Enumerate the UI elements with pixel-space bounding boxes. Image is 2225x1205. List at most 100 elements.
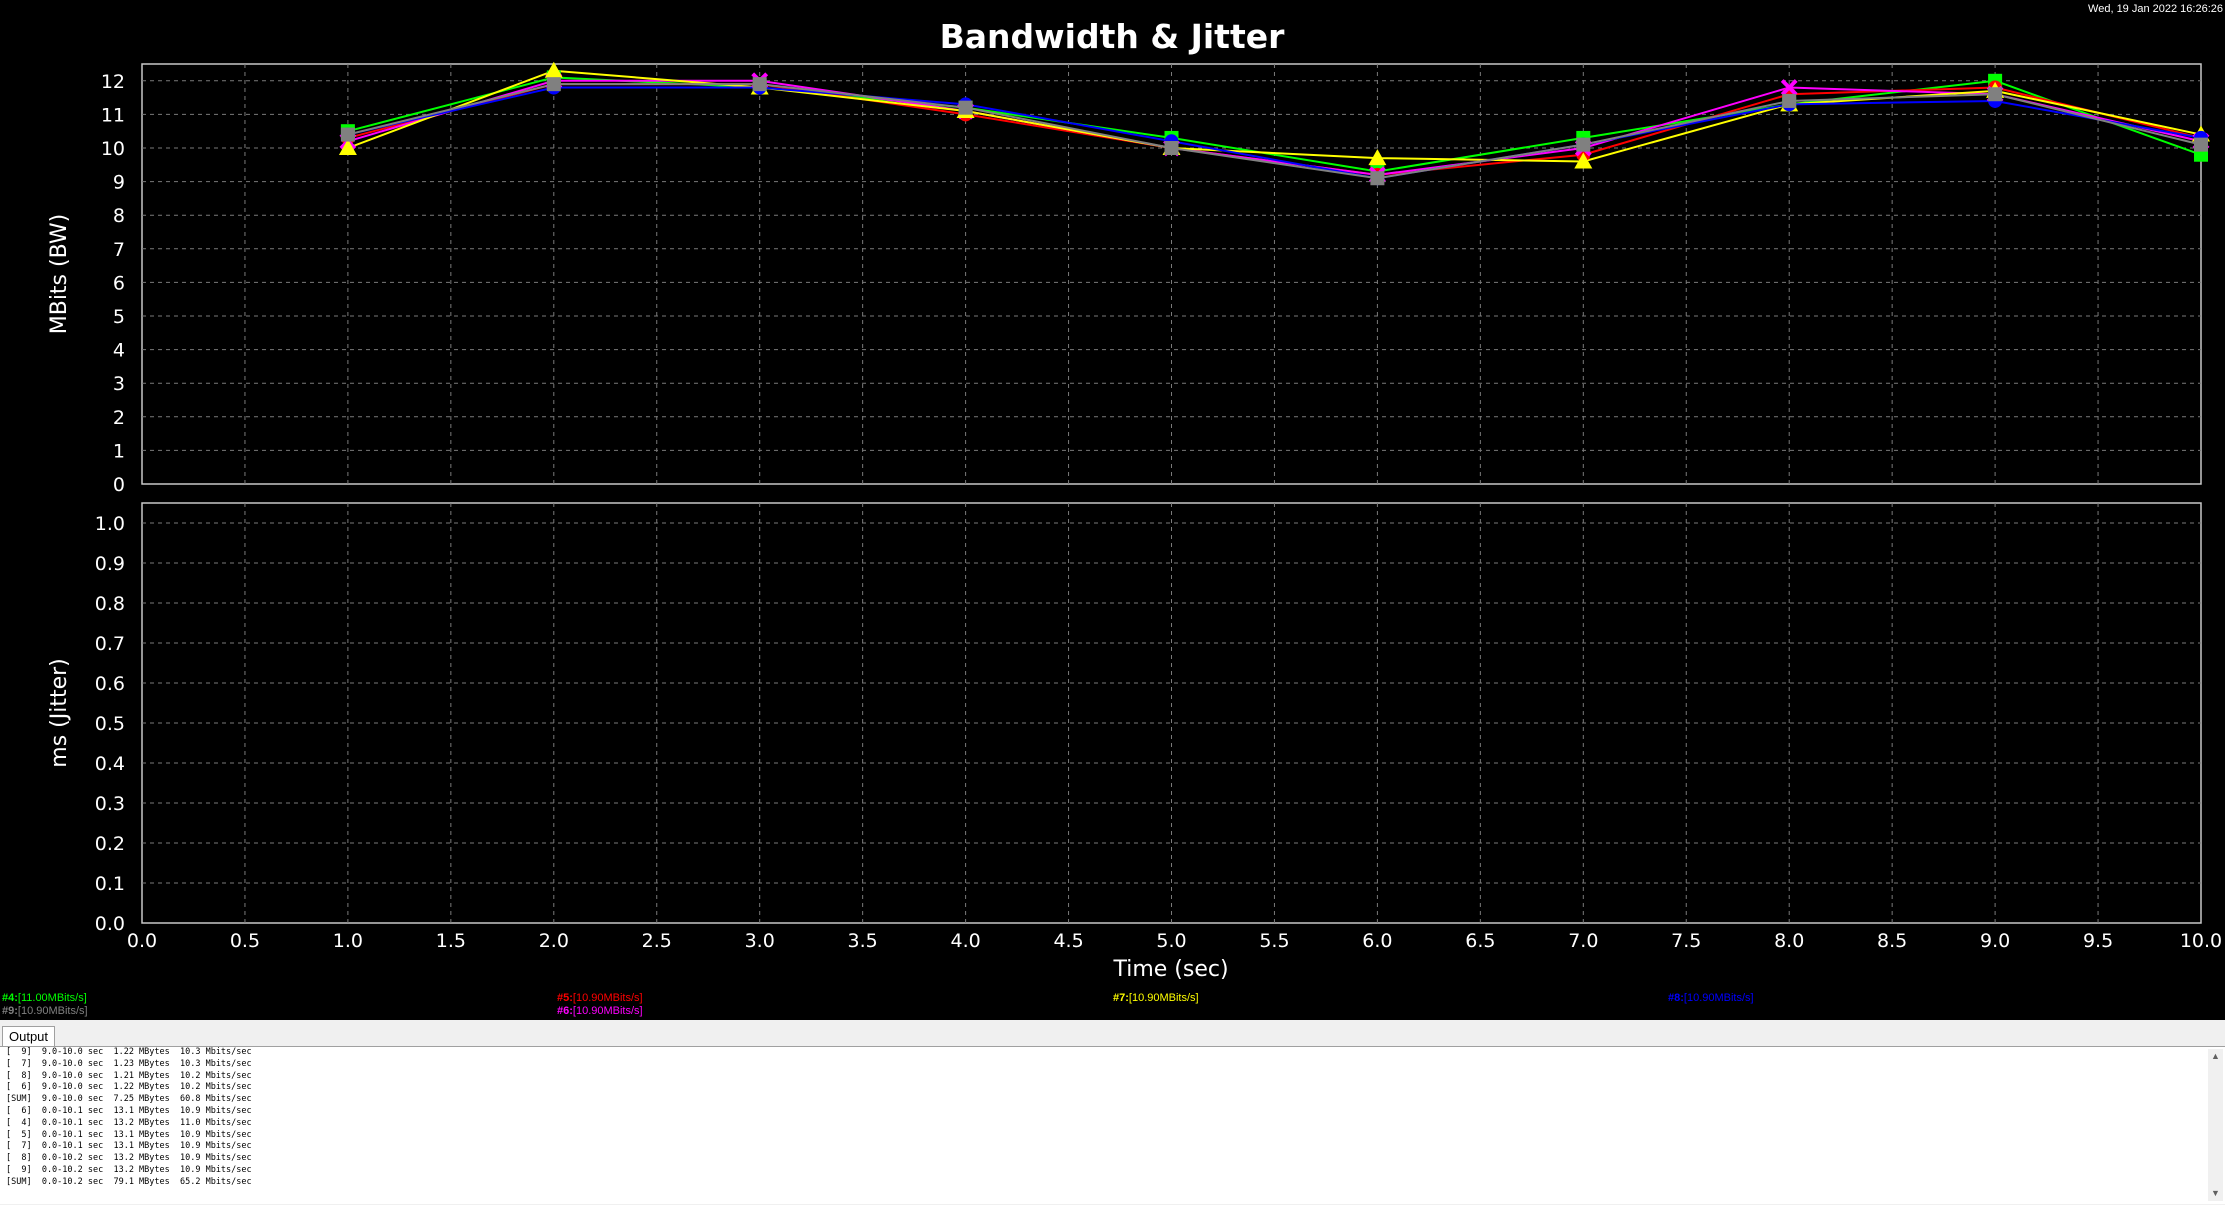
x-tick-label: 3.0	[745, 930, 775, 952]
y-tick-label: 0	[113, 474, 125, 496]
x-tick-label: 0.0	[127, 930, 157, 952]
y-tick-label: 0.4	[95, 753, 125, 775]
output-line: [ 8] 0.0-10.2 sec 13.2 MBytes 10.9 Mbits…	[6, 1153, 252, 1164]
legend-value: [10.90MBits/s]	[17, 1005, 88, 1017]
x-tick-label: 1.0	[333, 930, 363, 952]
data-point	[546, 77, 561, 92]
y-tick-label: 9	[113, 172, 125, 194]
output-lines: [ 9] 9.0-10.0 sec 1.22 MBytes 10.3 Mbits…	[6, 1047, 252, 1189]
chart-title: Bandwidth & Jitter	[940, 17, 1286, 56]
y-tick-label: 0.8	[95, 593, 125, 615]
legend-value: [11.00MBits/s]	[17, 992, 87, 1004]
x-tick-label: 0.5	[230, 930, 260, 952]
jitter-panel: 0.0 0.1 0.2 0.3 0.4 0.5 0.6 0.7 0.8 0.9 1.0 ms (Jit…	[47, 502, 2202, 935]
legend-id: #4:	[2, 992, 18, 1004]
y-tick-label: 3	[113, 373, 125, 395]
y-tick-label: 0.6	[95, 673, 125, 695]
y-tick-label: 0.7	[95, 633, 125, 655]
y-tick-label: 6	[113, 272, 125, 294]
y-tick-label: 0.2	[95, 833, 125, 855]
data-point	[340, 127, 355, 142]
y-tick-label: 0.5	[95, 713, 125, 735]
data-point	[1988, 87, 2003, 102]
legend-id: #9:	[2, 1005, 18, 1017]
legend-value: [10.90MBits/s]	[572, 1005, 643, 1017]
x-tick-label: 5.5	[1259, 930, 1289, 952]
output-line: [ 6] 9.0-10.0 sec 1.22 MBytes 10.2 Mbits…	[6, 1082, 252, 1093]
output-line: [ 9] 9.0-10.0 sec 1.22 MBytes 10.3 Mbits…	[6, 1047, 252, 1057]
x-tick-label: 4.5	[1053, 930, 1083, 952]
x-tick-label: 8.0	[1774, 930, 1804, 952]
scroll-up-icon[interactable]: ▲	[2208, 1049, 2223, 1064]
output-line: [SUM] 9.0-10.0 sec 7.25 MBytes 60.8 Mbit…	[6, 1094, 252, 1105]
y-tick-label: 0.3	[95, 793, 125, 815]
output-line: [ 4] 0.0-10.1 sec 13.2 MBytes 11.0 Mbits…	[6, 1117, 252, 1128]
y-tick-label: 1.0	[95, 513, 125, 535]
tab-output[interactable]: Output	[2, 1026, 56, 1047]
legend-item-9: #9:[10.90MBits/s]	[2, 1005, 88, 1017]
y-tick-label: 10	[101, 138, 125, 160]
output-panel: Output [ 9] 9.0-10.0 sec 1.22 MBytes 10.…	[0, 1020, 2225, 1205]
legend-id: #5:	[557, 992, 573, 1004]
legend-value: [10.90MBits/s]	[1128, 992, 1199, 1004]
data-point	[958, 100, 973, 115]
y-tick-label: 7	[113, 239, 125, 261]
y-tick-label: 5	[113, 306, 125, 328]
x-tick-label: 7.5	[1671, 930, 1701, 952]
data-point	[752, 77, 767, 92]
bandwidth-jitter-chart: Bandwidth & Jitter 0123456789101112MBits…	[47, 17, 2222, 982]
y-tick-label: 12	[101, 71, 125, 93]
legend-item-8: #8:[10.90MBits/s]	[1668, 992, 1754, 1004]
legend-id: #8:	[1668, 992, 1684, 1004]
x-tick-label: 4.0	[950, 930, 980, 952]
y-tick-label: 0.0	[95, 913, 125, 935]
y-tick-label: 11	[101, 104, 125, 126]
data-point	[1370, 171, 1385, 186]
legend-id: #6:	[557, 1005, 573, 1017]
x-tick-label: 6.0	[1362, 930, 1392, 952]
x-tick-label: 2.5	[642, 930, 672, 952]
y-tick-label: 8	[113, 205, 125, 227]
legend-item-5: #5:[10.90MBits/s]	[557, 992, 643, 1004]
y-axis-label: MBits (BW)	[47, 214, 72, 335]
legend-item-6: #6:[10.90MBits/s]	[557, 1005, 643, 1017]
y-axis-label: ms (Jitter)	[47, 658, 72, 767]
x-tick-label: 1.5	[436, 930, 466, 952]
output-line: [ 7] 0.0-10.1 sec 13.1 MBytes 10.9 Mbits…	[6, 1141, 252, 1152]
legend-value: [10.90MBits/s]	[572, 992, 643, 1004]
output-line: [ 5] 0.0-10.1 sec 13.1 MBytes 10.9 Mbits…	[6, 1129, 252, 1140]
y-tick-label: 2	[113, 407, 125, 429]
data-point	[1782, 93, 1797, 108]
y-tick-label: 1	[113, 440, 125, 462]
x-tick-label: 5.0	[1156, 930, 1186, 952]
legend-id: #7:	[1113, 992, 1129, 1004]
legend-item-7: #7:[10.90MBits/s]	[1113, 992, 1199, 1004]
x-tick-label: 3.5	[848, 930, 878, 952]
output-line: [ 7] 9.0-10.0 sec 1.23 MBytes 10.3 Mbits…	[6, 1058, 252, 1069]
data-point	[1164, 141, 1179, 155]
y-tick-label: 0.9	[95, 553, 125, 575]
output-line: [ 8] 9.0-10.0 sec 1.21 MBytes 10.2 Mbits…	[6, 1070, 252, 1081]
x-axis: 0.0 0.5 1.0 1.5 2.0 2.5 3.0 3.5 4.0 4.5 5.0 5.5 6.0 6…	[127, 930, 2222, 952]
data-point	[2194, 137, 2208, 152]
output-line: [ 9] 0.0-10.2 sec 13.2 MBytes 10.9 Mbits…	[6, 1164, 252, 1175]
data-point	[1576, 137, 1591, 152]
output-scrollbar[interactable]: ▲ ▼	[2208, 1049, 2223, 1201]
output-line: [ 6] 0.0-10.1 sec 13.1 MBytes 10.9 Mbits…	[6, 1105, 252, 1116]
x-tick-label: 6.5	[1465, 930, 1495, 952]
y-tick-label: 4	[113, 340, 125, 362]
series-legend: #4:[11.00MBits/s] #5:[10.90MBits/s] #7:[…	[0, 990, 2225, 1018]
legend-value: [10.90MBits/s]	[1683, 992, 1754, 1004]
x-axis-label: Time (sec)	[1112, 957, 1228, 982]
x-tick-label: 8.5	[1877, 930, 1907, 952]
x-tick-label: 10.0	[2180, 930, 2222, 952]
legend-item-4: #4:[11.00MBits/s]	[2, 992, 87, 1004]
x-tick-label: 9.5	[2083, 930, 2113, 952]
x-tick-label: 2.0	[539, 930, 569, 952]
output-line: [SUM] 0.0-10.2 sec 79.1 MBytes 65.2 Mbit…	[6, 1176, 252, 1187]
scroll-down-icon[interactable]: ▼	[2208, 1186, 2223, 1201]
y-tick-label: 0.1	[95, 873, 125, 895]
output-console[interactable]: [ 9] 9.0-10.0 sec 1.22 MBytes 10.3 Mbits…	[0, 1046, 2225, 1204]
x-tick-label: 9.0	[1980, 930, 2010, 952]
bandwidth-panel: 0123456789101112MBits (BW)	[47, 61, 2210, 496]
